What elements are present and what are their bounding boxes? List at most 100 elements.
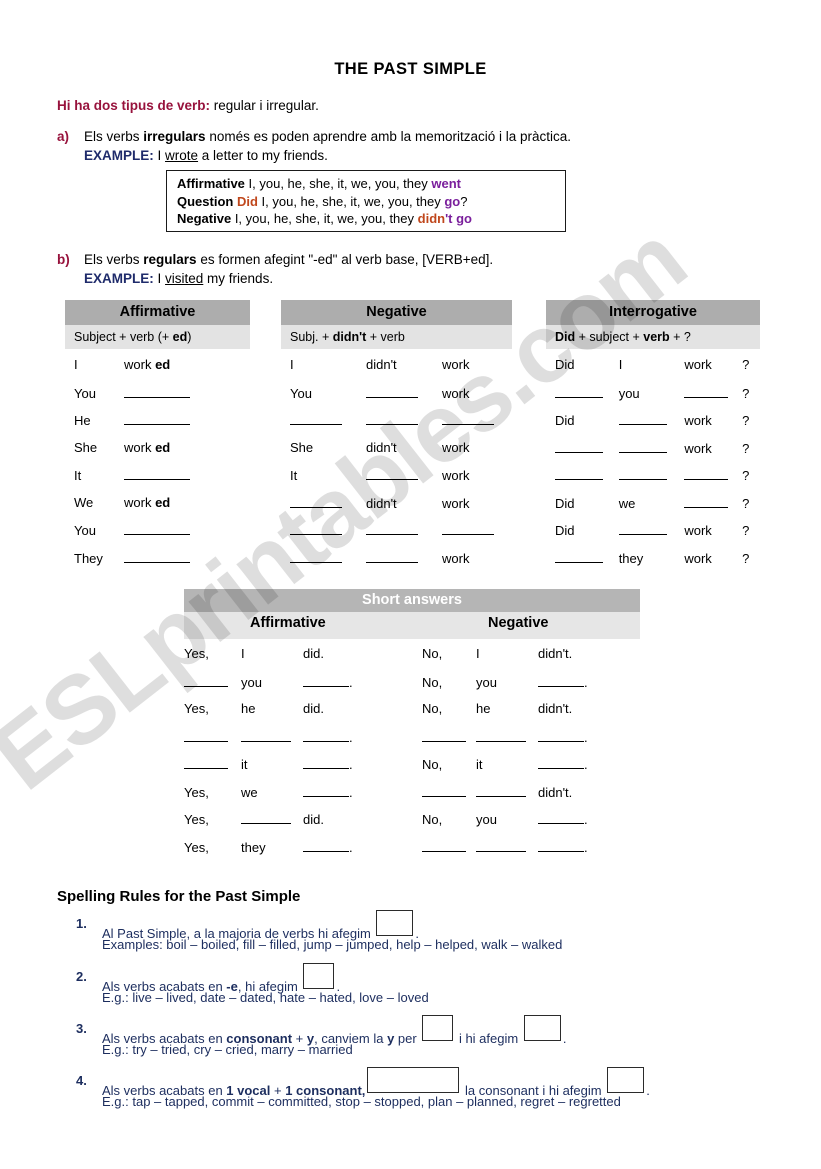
short-answer-neg-polarity-7[interactable] <box>422 839 476 855</box>
rule-4-answer-box-1[interactable] <box>367 1067 460 1093</box>
short-answer-aff-aux-3[interactable]: . <box>303 729 422 745</box>
short-answer-neg-aux-blank-1[interactable] <box>538 674 584 687</box>
interrogative-aux-3-blank[interactable] <box>555 440 603 453</box>
short-answer-aff-aux-1[interactable]: . <box>303 674 422 690</box>
interrogative-aux-3[interactable] <box>555 440 619 456</box>
affirmative-verb-2-blank[interactable] <box>124 412 190 425</box>
affirmative-verb-6-blank[interactable] <box>124 522 190 535</box>
negative-verb-6[interactable] <box>442 522 512 538</box>
short-answer-neg-subject-7[interactable] <box>476 839 538 855</box>
affirmative-verb-2[interactable] <box>124 412 214 428</box>
short-answer-aff-aux-7[interactable]: . <box>303 839 422 855</box>
short-answer-neg-aux-blank-4[interactable] <box>538 756 584 769</box>
short-answer-aff-subject-6-blank[interactable] <box>241 811 291 824</box>
interrogative-aux-1-blank[interactable] <box>555 385 603 398</box>
short-answer-neg-aux-4[interactable]: . <box>538 756 618 772</box>
interrogative-subject-4-blank[interactable] <box>618 467 667 480</box>
short-answer-aff-polarity-1[interactable] <box>184 674 241 690</box>
short-answer-aff-aux-blank-7[interactable] <box>303 839 349 852</box>
short-answer-neg-aux-1[interactable]: . <box>538 674 618 690</box>
interrogative-aux-4[interactable] <box>555 467 619 483</box>
affirmative-verb-4-blank[interactable] <box>124 467 190 480</box>
short-answer-neg-subject-3-blank[interactable] <box>476 729 526 742</box>
negative-subject-6-blank[interactable] <box>290 522 342 535</box>
interrogative-subject-6-blank[interactable] <box>618 522 667 535</box>
negative-aux-6[interactable] <box>366 522 442 538</box>
negative-aux-6-blank[interactable] <box>366 522 418 535</box>
negative-verb-2-blank[interactable] <box>442 412 494 425</box>
affirmative-verb-7[interactable] <box>124 550 214 566</box>
negative-verb-2[interactable] <box>442 412 512 428</box>
interrogative-verb-5-blank[interactable] <box>684 495 729 508</box>
interrogative-verb-4-blank[interactable] <box>684 467 729 480</box>
negative-subject-2[interactable] <box>290 412 366 428</box>
negative-subject-2-blank[interactable] <box>290 412 342 425</box>
short-answer-aff-polarity-1-blank[interactable] <box>184 674 228 687</box>
interrogative-subject-4[interactable] <box>618 467 685 483</box>
negative-subject-5[interactable] <box>290 495 366 511</box>
short-answer-aff-aux-5[interactable]: . <box>303 784 422 800</box>
short-answer-aff-aux-4[interactable]: . <box>303 756 422 772</box>
negative-aux-7-blank[interactable] <box>366 550 418 563</box>
short-answer-neg-aux-7[interactable]: . <box>538 839 618 855</box>
interrogative-verb-1-blank[interactable] <box>684 385 729 398</box>
short-answer-aff-subject-3-blank[interactable] <box>241 729 291 742</box>
short-answer-aff-aux-blank-5[interactable] <box>303 784 349 797</box>
interrogative-subject-3-blank[interactable] <box>618 440 667 453</box>
negative-subject-7[interactable] <box>290 550 366 566</box>
interrogative-aux-1[interactable] <box>555 385 619 401</box>
interrogative-aux-7-blank[interactable] <box>555 550 603 563</box>
interrogative-verb-4[interactable] <box>684 467 742 483</box>
short-answer-neg-aux-blank-6[interactable] <box>538 811 584 824</box>
short-answer-neg-polarity-5-blank[interactable] <box>422 784 466 797</box>
negative-verb-6-blank[interactable] <box>442 522 494 535</box>
interrogative-aux-4-blank[interactable] <box>555 467 603 480</box>
negative-aux-1[interactable] <box>366 385 442 401</box>
affirmative-verb-4[interactable] <box>124 467 214 483</box>
affirmative-verb-1-blank[interactable] <box>124 385 190 398</box>
rule-1-answer-box[interactable] <box>376 910 414 936</box>
short-answer-neg-subject-7-blank[interactable] <box>476 839 526 852</box>
interrogative-aux-7[interactable] <box>555 550 619 566</box>
short-answer-neg-aux-3[interactable]: . <box>538 729 618 745</box>
affirmative-verb-7-blank[interactable] <box>124 550 190 563</box>
short-answer-neg-subject-5[interactable] <box>476 784 538 800</box>
short-answer-aff-subject-3[interactable] <box>241 729 303 745</box>
rule-4-answer-box-2[interactable] <box>607 1067 645 1093</box>
affirmative-verb-6[interactable] <box>124 522 214 538</box>
negative-subject-7-blank[interactable] <box>290 550 342 563</box>
short-answer-aff-aux-blank-1[interactable] <box>303 674 349 687</box>
negative-aux-4-blank[interactable] <box>366 467 418 480</box>
interrogative-subject-6[interactable] <box>618 522 685 538</box>
short-answer-aff-polarity-3[interactable] <box>184 729 241 745</box>
short-answer-neg-polarity-3[interactable] <box>422 729 476 745</box>
short-answer-aff-polarity-4[interactable] <box>184 756 241 772</box>
short-answer-neg-subject-5-blank[interactable] <box>476 784 526 797</box>
short-answer-neg-aux-blank-3[interactable] <box>538 729 584 742</box>
short-answer-aff-aux-blank-4[interactable] <box>303 756 349 769</box>
negative-aux-1-blank[interactable] <box>366 385 418 398</box>
interrogative-verb-1[interactable] <box>684 385 742 401</box>
short-answer-aff-polarity-4-blank[interactable] <box>184 756 228 769</box>
short-answer-neg-polarity-5[interactable] <box>422 784 476 800</box>
rule-3-answer-box-2[interactable] <box>523 1015 561 1041</box>
short-answer-neg-aux-blank-7[interactable] <box>538 839 584 852</box>
short-answer-aff-polarity-3-blank[interactable] <box>184 729 228 742</box>
rule-3-answer-box-1[interactable] <box>422 1015 454 1041</box>
interrogative-subject-3[interactable] <box>618 440 685 456</box>
short-answer-neg-aux-6[interactable]: . <box>538 811 618 827</box>
negative-aux-7[interactable] <box>366 550 442 566</box>
short-answer-aff-aux-blank-3[interactable] <box>303 729 349 742</box>
short-answer-aff-subject-6[interactable] <box>241 811 303 827</box>
interrogative-subject-2-blank[interactable] <box>618 412 667 425</box>
negative-aux-2-blank[interactable] <box>366 412 418 425</box>
short-answer-neg-polarity-7-blank[interactable] <box>422 839 466 852</box>
interrogative-subject-2[interactable] <box>618 412 685 428</box>
short-answer-neg-polarity-3-blank[interactable] <box>422 729 466 742</box>
negative-aux-2[interactable] <box>366 412 442 428</box>
rule-2-answer-box[interactable] <box>303 963 335 989</box>
interrogative-verb-5[interactable] <box>684 495 742 511</box>
negative-subject-5-blank[interactable] <box>290 495 342 508</box>
affirmative-verb-1[interactable] <box>124 385 214 401</box>
negative-aux-4[interactable] <box>366 467 442 483</box>
